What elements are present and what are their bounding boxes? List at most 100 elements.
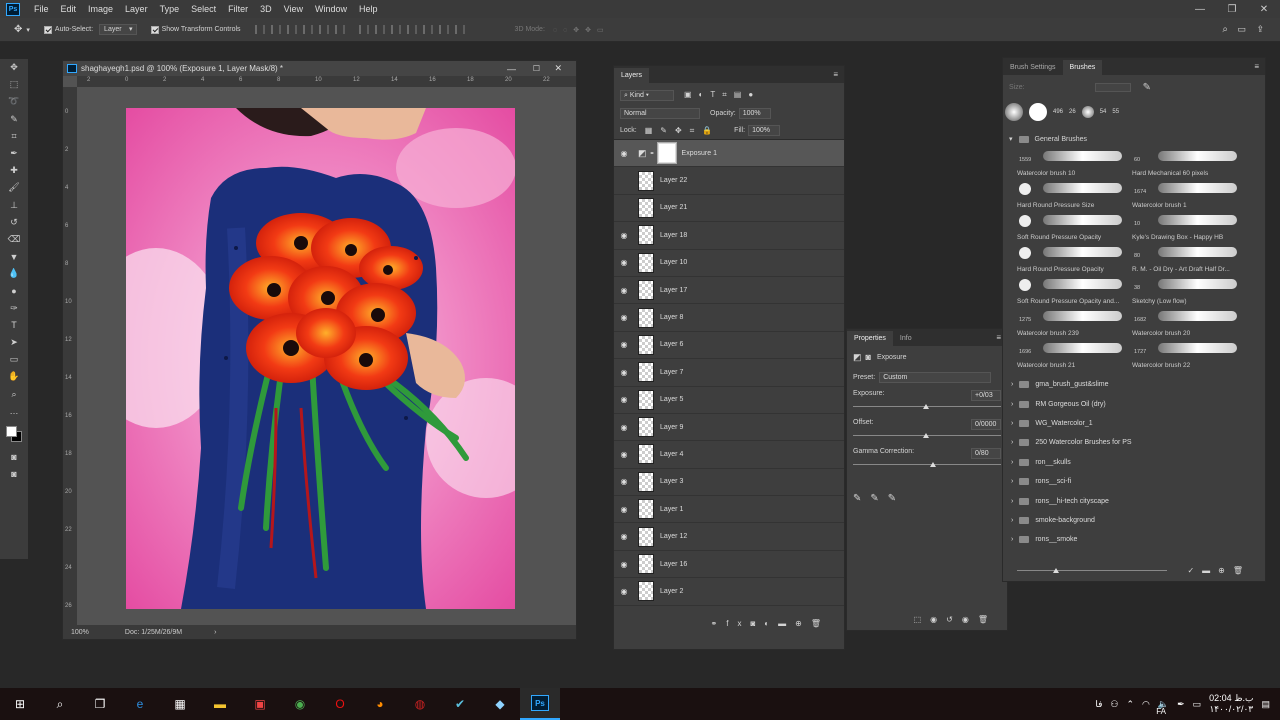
wifi-icon[interactable]: ◠ — [1142, 699, 1150, 710]
firefox-icon[interactable]: ◕ — [360, 688, 400, 720]
mask-icon[interactable]: ◙ — [866, 352, 871, 362]
layer-row[interactable]: Layer 22 — [614, 167, 844, 195]
brush-preset[interactable]: 1727 Watercolor brush 22 — [1128, 339, 1243, 371]
distribute-bottom-icon[interactable] — [390, 25, 401, 34]
fx-icon[interactable]: fx — [726, 619, 750, 628]
brush-folder[interactable]: › RM Gorgeous Oil (dry) — [1003, 394, 1265, 413]
quick-select-tool-icon[interactable]: ✎ — [0, 111, 28, 128]
brush-pose-icon[interactable]: ✎ — [1143, 82, 1151, 93]
lock-icons[interactable]: ▦✎✥⌗🔒 — [645, 126, 720, 136]
brush-folder[interactable]: › ron__skulls — [1003, 453, 1265, 472]
zoom-tool-icon[interactable]: ⌕ — [0, 386, 28, 403]
input-language[interactable]: FA — [1156, 707, 1166, 716]
folder-chevron-icon[interactable]: › — [1011, 439, 1013, 446]
brushes-menu-icon[interactable]: ≡ — [1248, 62, 1265, 75]
crop-tool-icon[interactable]: ⌗ — [0, 128, 28, 145]
size-field[interactable] — [1094, 82, 1131, 92]
layer-row[interactable]: ◉ Layer 6 — [614, 332, 844, 360]
folder-chevron-icon[interactable]: › — [1011, 381, 1013, 388]
color-swatches[interactable] — [4, 424, 28, 448]
visibility-eye-icon[interactable]: ◉ — [614, 395, 634, 404]
preview-size-slider[interactable] — [1017, 567, 1167, 573]
brush-preset[interactable]: 1559 Watercolor brush 10 — [1013, 147, 1128, 179]
search-icon[interactable]: ⌕ — [1222, 24, 1228, 35]
menu-image[interactable]: Image — [82, 0, 119, 18]
layer-row[interactable]: ◉ Layer 1 — [614, 496, 844, 524]
align-center-icon[interactable] — [318, 25, 329, 34]
tab-info[interactable]: Info — [893, 331, 919, 346]
distribute-center-icon[interactable] — [422, 25, 433, 34]
visibility-eye-icon[interactable]: ◉ — [614, 450, 634, 459]
doc-maximize-icon[interactable]: ☐ — [533, 64, 540, 73]
search-icon[interactable]: ⌕ — [40, 688, 80, 720]
tray-chevron-icon[interactable]: ⌃ — [1126, 699, 1134, 710]
layer-row[interactable]: ◉ Layer 10 — [614, 250, 844, 277]
pen-tool-icon[interactable]: ✑ — [0, 300, 28, 317]
preview-size-knob[interactable] — [1053, 567, 1059, 573]
brush-folder[interactable]: › gma_brush_gust&slime — [1003, 375, 1265, 394]
brush-preset[interactable]: 1674 Watercolor brush 1 — [1128, 179, 1243, 211]
delete-adjustment-icon[interactable]: 🗑 — [978, 615, 997, 624]
workspace-icon[interactable]: ▭ — [1237, 24, 1246, 35]
tab-properties[interactable]: Properties — [847, 331, 893, 346]
windows-start-icon[interactable]: ⊞ — [0, 688, 40, 720]
brush-preset[interactable]: 80 R. M. - Oil Dry - Art Draft Half Dr... — [1128, 243, 1243, 275]
distribute-top-icon[interactable] — [358, 25, 369, 34]
gamma-slider-knob[interactable] — [930, 462, 937, 467]
brush-preset[interactable]: 1275 Watercolor brush 239 — [1013, 307, 1128, 339]
layer-row[interactable]: ◉ Layer 9 — [614, 414, 844, 442]
folder-chevron-icon[interactable]: › — [1011, 401, 1013, 408]
layer-row[interactable]: ◉ Layer 17 — [614, 277, 844, 305]
folder-chevron-icon[interactable]: › — [1011, 420, 1013, 427]
tool-preset-chevron-icon[interactable]: ▾ — [26, 26, 30, 34]
minimize-icon[interactable]: — — [1184, 0, 1216, 18]
visibility-eye-icon[interactable]: ◉ — [614, 149, 634, 158]
brush-preset[interactable]: Hard Round Pressure Size — [1013, 179, 1128, 211]
brush-folder[interactable]: › 250 Watercolor Brushes for PS — [1003, 433, 1265, 452]
app-icon-disc[interactable]: ◍ — [400, 688, 440, 720]
preset-dropdown[interactable]: Custom — [879, 371, 992, 383]
visibility-eye-icon[interactable]: ◉ — [614, 587, 634, 596]
hard-round-preset-icon[interactable] — [1029, 103, 1047, 121]
clock[interactable]: 02:04 ب.ظ ۱۴۰۰/۰۲/۰۳ — [1209, 693, 1253, 715]
close-icon[interactable]: ✕ — [1248, 0, 1280, 18]
visibility-eye-icon[interactable]: ◉ — [614, 532, 634, 541]
link-layers-icon[interactable]: ⚭ — [711, 619, 727, 628]
folder-chevron-icon[interactable]: › — [1011, 478, 1013, 485]
menu-select[interactable]: Select — [185, 0, 222, 18]
align-left-icon[interactable] — [302, 25, 313, 34]
clone-stamp-tool-icon[interactable]: ⊥ — [0, 197, 28, 214]
view-previous-icon[interactable]: ◉ — [930, 615, 946, 624]
visibility-eye-icon[interactable]: ◉ — [614, 258, 634, 267]
auto-select-checkbox[interactable]: Auto-Select: — [43, 25, 93, 34]
align-middle-icon[interactable] — [270, 25, 281, 34]
move-tool-icon[interactable]: ✥ — [14, 24, 22, 35]
chain-link-icon[interactable]: ⚭ — [650, 150, 655, 157]
doc-close-icon[interactable]: ✕ — [554, 63, 562, 74]
tab-layers[interactable]: Layers — [614, 68, 650, 83]
layer-row[interactable]: ◉ Layer 3 — [614, 469, 844, 497]
white-eyedropper-icon[interactable]: ✎ — [888, 493, 905, 504]
chrome-icon[interactable]: ◉ — [280, 688, 320, 720]
preset-496[interactable]: 496 — [1053, 109, 1063, 115]
exposure-adjustment-icon[interactable]: ◩ — [853, 352, 862, 363]
share-icon[interactable]: ⇪ — [1256, 24, 1264, 35]
layer-row[interactable]: ◉ Layer 18 — [614, 222, 844, 250]
menu-filter[interactable]: Filter — [222, 0, 254, 18]
align-top-icon[interactable] — [254, 25, 265, 34]
preset-54[interactable]: 54 — [1100, 109, 1107, 115]
brush-folder[interactable]: › rons__sci-fi — [1003, 472, 1265, 491]
exposure-slider-knob[interactable] — [923, 404, 929, 409]
photoshop-taskbar-icon[interactable]: Ps — [520, 688, 560, 720]
panel-menu-icon[interactable]: ≡ — [827, 70, 844, 83]
lasso-tool-icon[interactable]: ➰ — [0, 93, 28, 110]
clip-layer-icon[interactable]: ⬚ — [914, 615, 931, 624]
layer-row[interactable]: ◉ Layer 12 — [614, 523, 844, 551]
new-layer-icon[interactable]: ⊕ — [795, 619, 811, 628]
opacity-field[interactable]: 100% — [738, 107, 771, 119]
brush-tool-icon[interactable]: 🖌 — [0, 179, 28, 196]
brushes-footer-icons[interactable]: ✓▬⊕🗑 — [1187, 566, 1251, 575]
menu-type[interactable]: Type — [154, 0, 186, 18]
visibility-icon[interactable]: ◉ — [962, 615, 978, 624]
menu-edit[interactable]: Edit — [55, 0, 83, 18]
